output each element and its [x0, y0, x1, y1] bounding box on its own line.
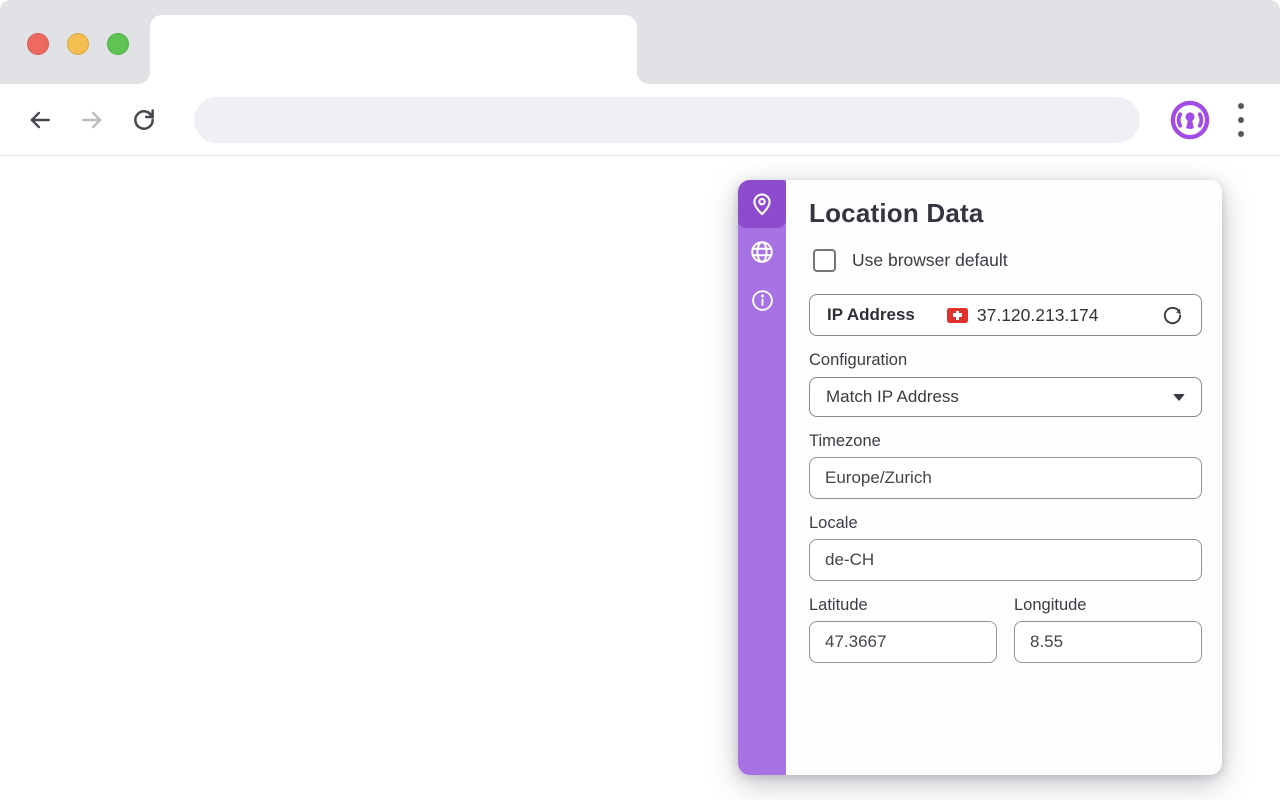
forward-button[interactable]: [70, 98, 114, 142]
locale-label: Locale: [809, 514, 1202, 533]
ip-address-value: 37.120.213.174: [977, 305, 1099, 326]
info-icon: [750, 288, 775, 313]
chevron-down-icon: [1173, 394, 1185, 401]
ip-address-box: IP Address 37.120.213.174: [809, 294, 1202, 336]
swiss-flag-icon: [947, 308, 968, 323]
longitude-input[interactable]: [1014, 621, 1202, 663]
configuration-select[interactable]: Match IP Address: [809, 377, 1202, 417]
sidebar-item-globe[interactable]: [738, 228, 786, 276]
extension-popup: Location Data Use browser default IP Add…: [738, 180, 1222, 775]
privacy-location-extension-logo-icon: [1169, 99, 1211, 141]
maximize-window-button[interactable]: [107, 33, 129, 55]
locale-input[interactable]: [809, 539, 1202, 581]
tab-bar: [0, 0, 1280, 84]
browser-tab[interactable]: [150, 15, 637, 84]
address-bar[interactable]: [194, 97, 1140, 143]
popup-sidebar: [738, 180, 786, 775]
reload-button[interactable]: [122, 98, 166, 142]
back-icon: [27, 107, 53, 133]
timezone-input[interactable]: [809, 457, 1202, 499]
refresh-ip-button[interactable]: [1158, 301, 1186, 329]
kebab-menu-icon: [1238, 103, 1244, 109]
sidebar-item-location[interactable]: [738, 180, 786, 228]
extension-button[interactable]: [1168, 98, 1212, 142]
refresh-ip-icon: [1161, 304, 1184, 327]
latitude-input[interactable]: [809, 621, 997, 663]
use-browser-default-checkbox[interactable]: [813, 249, 836, 272]
configuration-value: Match IP Address: [826, 387, 959, 407]
popup-content: Location Data Use browser default IP Add…: [786, 180, 1222, 775]
sidebar-item-info[interactable]: [738, 276, 786, 324]
reload-icon: [131, 107, 157, 133]
timezone-label: Timezone: [809, 432, 1202, 451]
browser-window: Location Data Use browser default IP Add…: [0, 0, 1280, 800]
longitude-label: Longitude: [1014, 596, 1202, 615]
forward-icon: [79, 107, 105, 133]
back-button[interactable]: [18, 98, 62, 142]
location-pin-icon: [749, 191, 775, 217]
use-browser-default-label: Use browser default: [852, 250, 1008, 271]
close-window-button[interactable]: [27, 33, 49, 55]
popup-title: Location Data: [809, 198, 1202, 229]
minimize-window-button[interactable]: [67, 33, 89, 55]
navigation-bar: [0, 84, 1280, 156]
page-content: Location Data Use browser default IP Add…: [0, 156, 1280, 799]
browser-menu-button[interactable]: [1224, 98, 1258, 142]
coordinates-row: Latitude Longitude: [809, 581, 1202, 663]
use-browser-default-row: Use browser default: [809, 249, 1202, 272]
configuration-label: Configuration: [809, 351, 1202, 370]
latitude-label: Latitude: [809, 596, 997, 615]
globe-icon: [749, 239, 775, 265]
ip-address-label: IP Address: [827, 305, 915, 325]
window-controls: [27, 33, 129, 55]
